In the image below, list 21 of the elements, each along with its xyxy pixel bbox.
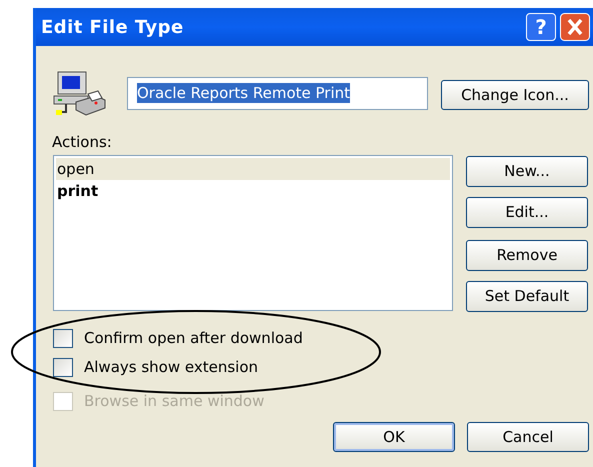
checkbox-label: Always show extension: [84, 358, 258, 377]
checkbox[interactable]: [53, 329, 73, 348]
checkbox-label: Browse in same window: [84, 392, 264, 411]
dialog-button[interactable]: OK: [333, 422, 455, 452]
dialog-button[interactable]: Cancel: [467, 422, 589, 452]
checkbox[interactable]: [53, 358, 73, 377]
action-button[interactable]: Set Default: [466, 281, 588, 312]
close-icon[interactable]: [560, 13, 590, 41]
action-button[interactable]: New...: [466, 156, 588, 187]
actions-label: Actions:: [52, 133, 112, 151]
file-type-value: Oracle Reports Remote Print: [137, 83, 350, 103]
action-button[interactable]: Edit...: [466, 197, 588, 228]
change-icon-button[interactable]: Change Icon...: [441, 80, 589, 110]
help-button[interactable]: ?: [526, 13, 556, 41]
action-button[interactable]: Remove: [466, 240, 588, 271]
window-title: Edit File Type: [41, 16, 184, 40]
checkbox-label: Confirm open after download: [84, 329, 303, 348]
file-type-field[interactable]: Oracle Reports Remote Print: [127, 76, 428, 110]
computer-printer-icon: [52, 70, 106, 116]
action-item[interactable]: open: [56, 158, 450, 180]
actions-list[interactable]: open print: [53, 155, 453, 311]
